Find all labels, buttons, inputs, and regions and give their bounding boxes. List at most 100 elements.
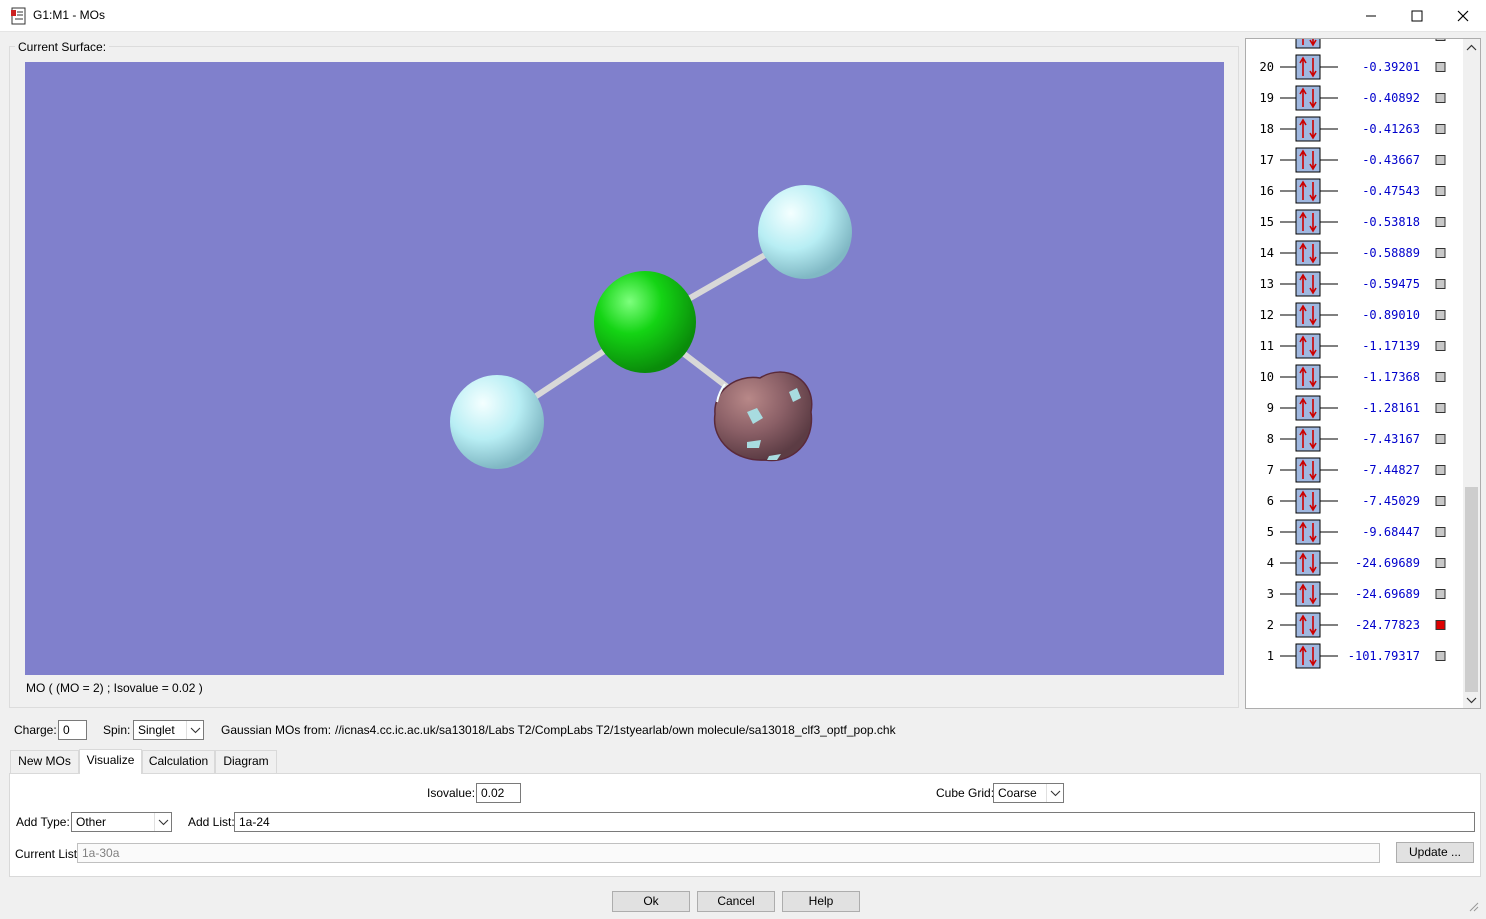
mo-row[interactable]: 15 -0.53818 — [1260, 209, 1446, 235]
mo-number: 19 — [1260, 91, 1274, 105]
mo-select-checkbox[interactable] — [1435, 93, 1446, 103]
mo-isosurface[interactable] — [713, 371, 813, 462]
mo-row[interactable]: 20 -0.39201 — [1260, 54, 1446, 80]
mo-row[interactable]: 7 -7.44827 — [1267, 457, 1446, 483]
chevron-down-icon — [154, 813, 171, 831]
mo-select-checkbox[interactable] — [1435, 651, 1446, 661]
cube-grid-value: Coarse — [998, 786, 1037, 800]
spin-label: Spin: — [103, 723, 131, 737]
mo-select-checkbox[interactable] — [1435, 186, 1446, 196]
chlorine-atom[interactable] — [594, 271, 696, 373]
mo-select-checkbox[interactable] — [1435, 558, 1446, 568]
mo-row[interactable]: 17 -0.43667 — [1260, 147, 1446, 173]
mo-number: 1 — [1267, 649, 1274, 663]
mo-list-scroll-thumb[interactable] — [1465, 487, 1478, 692]
spin-select[interactable]: Singlet — [133, 720, 204, 740]
cancel-button[interactable]: Cancel — [697, 891, 775, 912]
mo-occupancy-box — [1295, 85, 1321, 111]
tab-diagram[interactable]: Diagram — [215, 750, 277, 773]
mo-select-checkbox[interactable] — [1435, 155, 1446, 165]
mo-select-checkbox[interactable] — [1435, 527, 1446, 537]
mo-occupancy-box — [1295, 364, 1321, 390]
maximize-icon — [1411, 10, 1423, 22]
mo-row[interactable]: 4 -24.69689 — [1267, 550, 1446, 576]
molecule-viewport[interactable] — [25, 62, 1224, 675]
mo-select-checkbox[interactable] — [1435, 39, 1446, 41]
mo-select-checkbox[interactable] — [1435, 217, 1446, 227]
mo-list-panel[interactable]: 20 -0.39201 19 -0.40892 18 -0.41263 17 -0.43667… — [1245, 38, 1481, 709]
spin-select-value: Singlet — [138, 723, 175, 737]
mo-occupancy-box — [1295, 333, 1321, 359]
isovalue-input[interactable]: 0.02 — [476, 783, 521, 803]
mo-select-checkbox[interactable] — [1435, 62, 1446, 72]
mo-row[interactable]: 3 -24.69689 — [1267, 581, 1446, 607]
mo-select-checkbox[interactable] — [1435, 248, 1446, 258]
mo-energy: -0.59475 — [1362, 277, 1420, 291]
mo-row[interactable]: 18 -0.41263 — [1260, 116, 1446, 142]
charge-label: Charge: — [14, 723, 57, 737]
mo-energy: -24.69689 — [1355, 556, 1420, 570]
mo-energy: -24.77823 — [1355, 618, 1420, 632]
charge-input[interactable]: 0 — [58, 720, 87, 740]
cube-grid-select[interactable]: Coarse — [993, 783, 1064, 803]
scroll-up-icon[interactable] — [1463, 40, 1480, 55]
current-list-field: 1a-30a — [77, 843, 1380, 863]
mo-select-checkbox[interactable] — [1435, 434, 1446, 444]
update-button[interactable]: Update ... — [1396, 842, 1474, 863]
mo-energy: -7.45029 — [1362, 494, 1420, 508]
mo-row[interactable]: 10 -1.17368 — [1260, 364, 1446, 390]
mo-row[interactable]: 9 -1.28161 — [1267, 395, 1446, 421]
mo-row[interactable]: 12 -0.89010 — [1260, 302, 1446, 328]
mo-row-partial[interactable] — [1280, 39, 1446, 49]
mo-number: 8 — [1267, 432, 1274, 446]
mo-select-checkbox[interactable] — [1435, 620, 1446, 630]
mo-row[interactable]: 6 -7.45029 — [1267, 488, 1446, 514]
mo-row[interactable]: 13 -0.59475 — [1260, 271, 1446, 297]
mo-row[interactable]: 16 -0.47543 — [1260, 178, 1446, 204]
source-path: //icnas4.cc.ic.ac.uk/sa13018/Labs T2/Com… — [335, 723, 896, 737]
add-list-label: Add List: — [188, 815, 235, 829]
close-button[interactable] — [1440, 0, 1486, 32]
resize-grip-icon[interactable] — [1467, 900, 1479, 912]
mo-occupancy-box — [1295, 116, 1321, 142]
tab-calculation[interactable]: Calculation — [142, 750, 215, 773]
close-icon — [1457, 10, 1469, 22]
mo-select-checkbox[interactable] — [1435, 496, 1446, 506]
mo-select-checkbox[interactable] — [1435, 465, 1446, 475]
mo-number: 2 — [1267, 618, 1274, 632]
fluorine-atom-2[interactable] — [450, 375, 544, 469]
mo-select-checkbox[interactable] — [1435, 124, 1446, 134]
mo-row[interactable]: 2 -24.77823 — [1267, 612, 1446, 638]
mo-energy: -24.69689 — [1355, 587, 1420, 601]
maximize-button[interactable] — [1394, 0, 1440, 32]
mo-occupancy-box — [1295, 302, 1321, 328]
mo-occupancy-box — [1295, 178, 1321, 204]
mo-row[interactable]: 1 -101.79317 — [1267, 643, 1446, 669]
scroll-down-icon[interactable] — [1463, 693, 1480, 708]
add-type-select[interactable]: Other — [71, 812, 172, 832]
mo-select-checkbox[interactable] — [1435, 279, 1446, 289]
mo-number: 10 — [1260, 370, 1274, 384]
mo-energy: -0.40892 — [1362, 91, 1420, 105]
source-label: Gaussian MOs from: — [221, 723, 332, 737]
fluorine-atom-1[interactable] — [758, 185, 852, 279]
mo-row[interactable]: 19 -0.40892 — [1260, 85, 1446, 111]
chevron-down-icon — [186, 721, 203, 739]
mo-select-checkbox[interactable] — [1435, 403, 1446, 413]
mo-row[interactable]: 5 -9.68447 — [1267, 519, 1446, 545]
ok-button[interactable]: Ok — [612, 891, 690, 912]
mo-select-checkbox[interactable] — [1435, 341, 1446, 351]
tab-new-mos[interactable]: New MOs — [10, 750, 79, 773]
mo-select-checkbox[interactable] — [1435, 372, 1446, 382]
mo-occupancy-box — [1295, 612, 1321, 638]
add-list-input[interactable]: 1a-24 — [234, 812, 1475, 832]
minimize-button[interactable] — [1348, 0, 1394, 32]
mo-select-checkbox[interactable] — [1435, 310, 1446, 320]
help-button[interactable]: Help — [782, 891, 860, 912]
mo-row[interactable]: 8 -7.43167 — [1267, 426, 1446, 452]
gaussview-app-icon[interactable] — [11, 7, 27, 25]
mo-select-checkbox[interactable] — [1435, 589, 1446, 599]
mo-row[interactable]: 11 -1.17139 — [1260, 333, 1446, 359]
tab-visualize[interactable]: Visualize — [79, 749, 142, 774]
mo-row[interactable]: 14 -0.58889 — [1260, 240, 1446, 266]
